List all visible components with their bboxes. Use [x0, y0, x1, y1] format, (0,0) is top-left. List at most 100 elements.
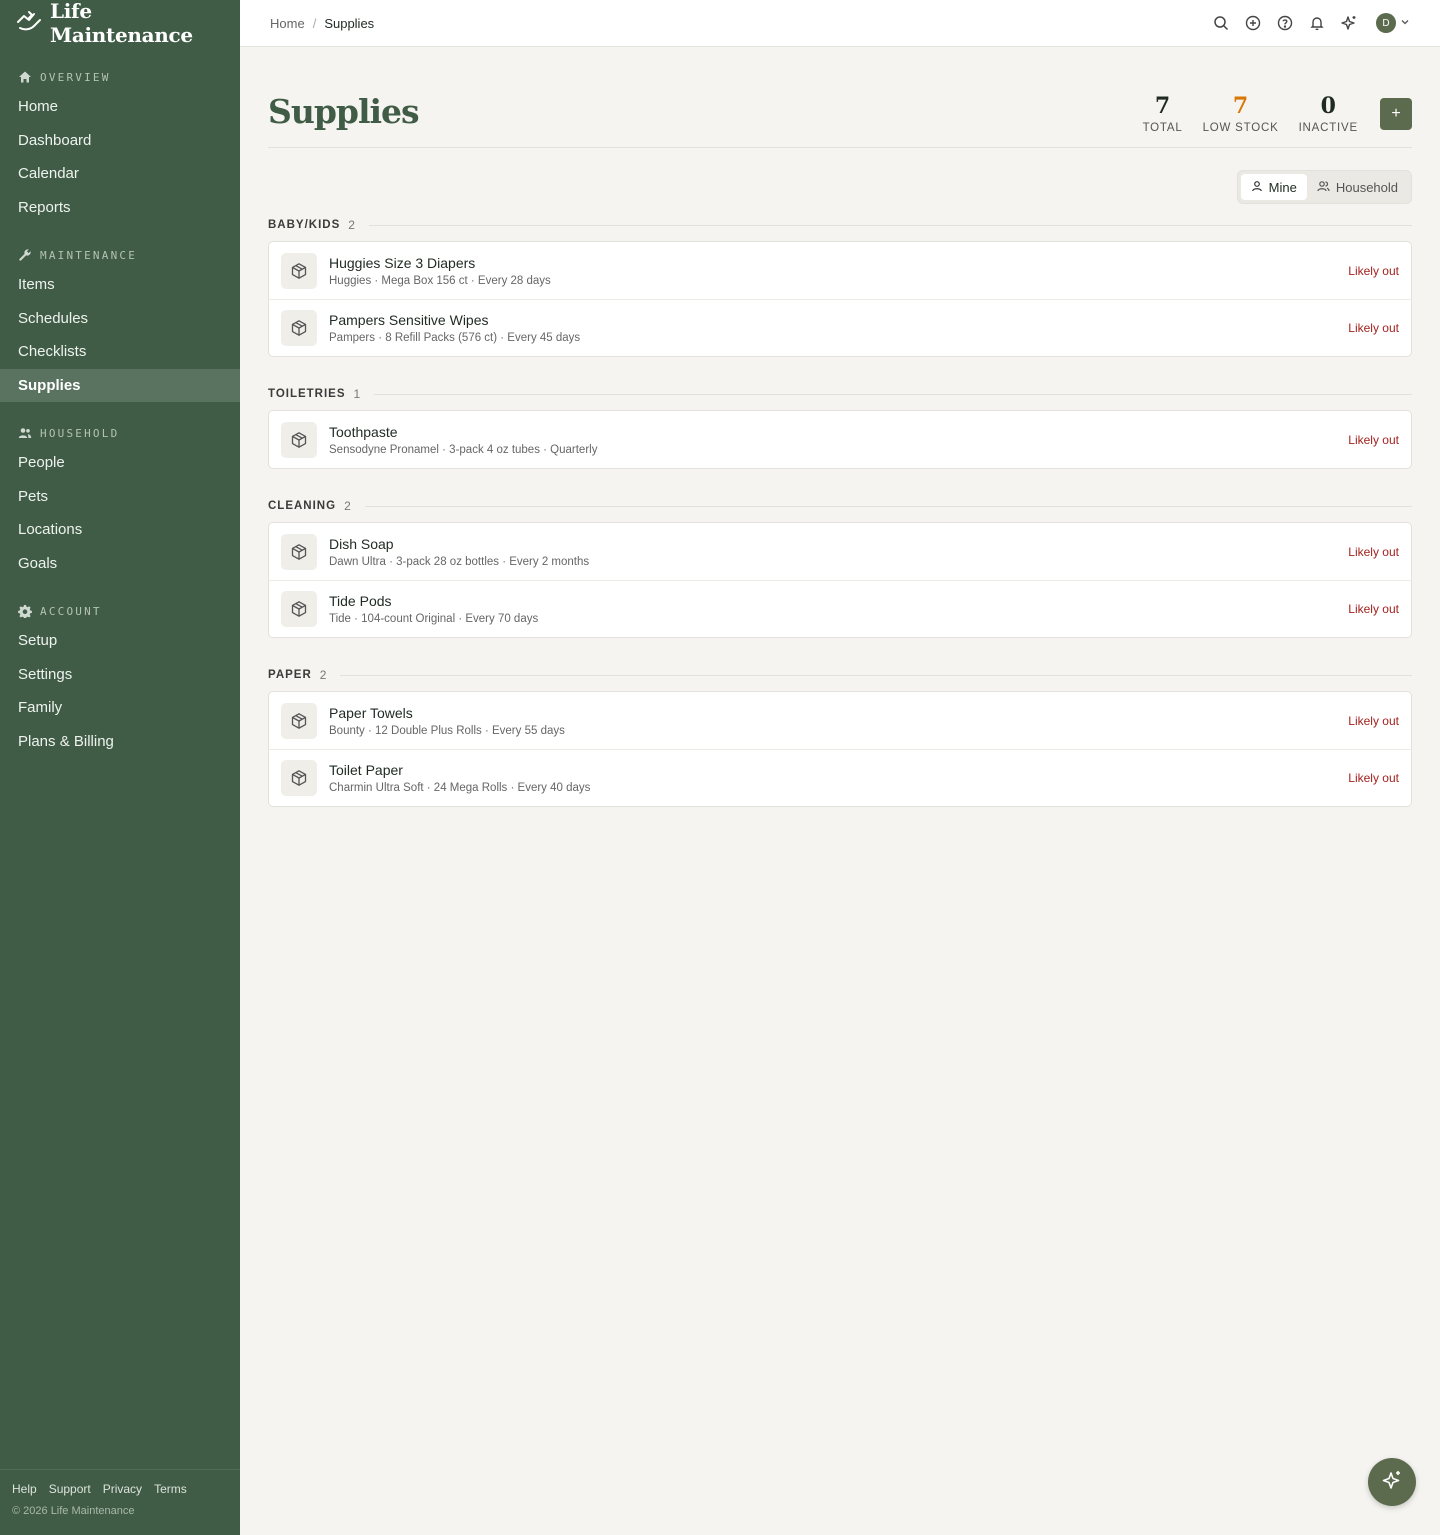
supply-name: Tide Pods — [329, 593, 392, 609]
copyright: © 2026 Life Maintenance — [12, 1505, 135, 1517]
stats: 7 TOTAL 7 LOW STOCK 0 INACTIVE + — [1143, 94, 1412, 134]
scope-toggle-row: Mine Household — [268, 170, 1412, 204]
nav-section-header: HOUSEHOLD — [0, 420, 240, 446]
group-header: PAPER 2 — [268, 664, 1412, 686]
toggle-household-label: Household — [1335, 179, 1398, 195]
nav-section-overview: OVERVIEW Home Dashboard Calendar Reports — [0, 64, 240, 224]
scope-toggle: Mine Household — [1236, 170, 1412, 204]
status-badge: Likely out — [1348, 432, 1399, 447]
user-menu[interactable]: D — [1376, 13, 1410, 33]
supply-row[interactable]: Toothpaste Sensodyne Pronamel · 3-pack 4… — [269, 411, 1411, 468]
supply-name: Dish Soap — [329, 535, 394, 552]
sidebar-footer: Help Support Privacy Terms © 2026 Life Main… — [0, 1469, 240, 1535]
topbar-actions: D — [1212, 13, 1410, 33]
chevron-down-icon — [1400, 14, 1410, 32]
sidebar-item-people[interactable]: People — [0, 446, 240, 480]
search-icon[interactable] — [1212, 14, 1230, 32]
sidebar-item-supplies[interactable]: Supplies — [0, 368, 240, 402]
toggle-household[interactable]: Household — [1307, 174, 1408, 200]
nav-section-household: HOUSEHOLD People Pets Locations Goals — [0, 420, 240, 580]
avatar: D — [1376, 13, 1396, 33]
package-icon — [281, 533, 317, 570]
breadcrumb: Home / Supplies — [270, 16, 374, 31]
sidebar: Life Maintenance OVERVIEW Home Dashboard Ca… — [0, 0, 240, 1535]
footer-link-terms[interactable]: Terms — [154, 1482, 187, 1496]
brand[interactable]: Life Maintenance — [0, 0, 240, 47]
plus-circle-icon[interactable] — [1244, 14, 1262, 32]
sidebar-item-setup[interactable]: Setup — [0, 624, 240, 658]
group-divider — [368, 224, 1412, 226]
sidebar-item-home[interactable]: Home — [0, 90, 240, 124]
footer-link-privacy[interactable]: Privacy — [103, 1482, 142, 1496]
sparkle-icon — [1381, 1469, 1403, 1496]
status-badge: Likely out — [1348, 713, 1399, 728]
group-divider — [374, 393, 1412, 395]
status-badge: Likely out — [1348, 771, 1399, 785]
sidebar-item-settings[interactable]: Settings — [0, 658, 240, 692]
sidebar-item-plans-and-billing[interactable]: Plans & Billing — [0, 725, 240, 759]
nav-section-header: ACCOUNT — [0, 598, 240, 624]
group-count: 2 — [344, 499, 351, 513]
toggle-mine-label: Mine — [1268, 179, 1297, 195]
supply-row[interactable]: Tide Pods Tide · 104-count Original · Ev… — [269, 580, 1411, 637]
nav-section-title: MAINTENANCE — [40, 248, 138, 262]
supply-name: Paper Towels — [329, 704, 413, 721]
sidebar-item-dashboard[interactable]: Dashboard — [0, 124, 240, 158]
sidebar-item-reports[interactable]: Reports — [0, 191, 240, 225]
bell-icon[interactable] — [1308, 14, 1326, 32]
supply-row[interactable]: Toilet Paper Charmin Ultra Soft · 24 Meg… — [269, 749, 1411, 806]
supply-list: Paper Towels Bounty · 12 Double Plus Rol… — [268, 691, 1412, 807]
app-title: Life Maintenance — [50, 0, 193, 47]
nav-section-header: MAINTENANCE — [0, 242, 240, 268]
sidebar-item-items[interactable]: Items — [0, 268, 240, 302]
breadcrumb-home[interactable]: Home — [270, 16, 305, 31]
breadcrumb-current: Supplies — [324, 15, 375, 31]
sidebar-item-pets[interactable]: Pets — [0, 480, 240, 514]
supply-info: Paper Towels Bounty · 12 Double Plus Rol… — [329, 705, 1348, 737]
group-header: TOILETRIES 1 — [268, 383, 1412, 405]
sidebar-item-calendar[interactable]: Calendar — [0, 157, 240, 191]
group-name: TOILETRIES — [268, 388, 346, 400]
supply-meta: Charmin Ultra Soft · 24 Mega Rolls · Eve… — [329, 782, 591, 794]
supply-meta: Dawn Ultra · 3-pack 28 oz bottles · Ever… — [329, 555, 590, 568]
footer-link-support[interactable]: Support — [49, 1482, 91, 1496]
sidebar-item-goals[interactable]: Goals — [0, 547, 240, 581]
supply-name: Toilet Paper — [329, 762, 403, 778]
topbar: Home / Supplies D — [240, 0, 1440, 47]
supply-meta: Bounty · 12 Double Plus Rolls · Every 55… — [329, 724, 565, 737]
footer-link-help[interactable]: Help — [12, 1482, 37, 1496]
stat-total: 7 TOTAL — [1143, 94, 1183, 134]
supply-group-baby-kids: BABY/KIDS 2 Huggies Size 3 Diapers Huggi… — [268, 214, 1412, 357]
sidebar-item-family[interactable]: Family — [0, 691, 240, 725]
stat-low-stock-value: 7 — [1232, 92, 1249, 119]
group-name: PAPER — [268, 669, 312, 681]
supply-list: Toothpaste Sensodyne Pronamel · 3-pack 4… — [268, 410, 1412, 469]
help-icon[interactable] — [1276, 14, 1294, 32]
sidebar-item-schedules[interactable]: Schedules — [0, 302, 240, 336]
supply-row[interactable]: Paper Towels Bounty · 12 Double Plus Rol… — [269, 692, 1411, 749]
sparkle-icon[interactable] — [1340, 14, 1358, 32]
assistant-fab[interactable] — [1368, 1458, 1416, 1506]
supply-meta: Tide · 104-count Original · Every 70 day… — [329, 613, 539, 625]
status-badge: Likely out — [1348, 263, 1399, 278]
sidebar-item-checklists[interactable]: Checklists — [0, 335, 240, 369]
supply-row[interactable]: Huggies Size 3 Diapers Huggies · Mega Bo… — [269, 242, 1411, 299]
stat-inactive: 0 INACTIVE — [1299, 94, 1358, 134]
package-icon — [281, 702, 317, 739]
package-icon — [281, 310, 317, 346]
supply-row[interactable]: Dish Soap Dawn Ultra · 3-pack 28 oz bott… — [269, 523, 1411, 580]
supply-row[interactable]: Pampers Sensitive Wipes Pampers · 8 Refi… — [269, 299, 1411, 356]
package-icon — [281, 421, 317, 458]
stat-inactive-label: INACTIVE — [1298, 121, 1358, 134]
stat-low-stock: 7 LOW STOCK — [1203, 94, 1279, 134]
sidebar-item-locations[interactable]: Locations — [0, 513, 240, 547]
nav-section-title: ACCOUNT — [40, 604, 102, 618]
supply-name: Toothpaste — [329, 423, 398, 440]
group-count: 2 — [348, 218, 355, 232]
add-supply-button[interactable]: + — [1380, 97, 1412, 130]
toggle-mine[interactable]: Mine — [1240, 174, 1307, 200]
home-icon — [18, 70, 32, 84]
stat-low-stock-label: LOW STOCK — [1202, 121, 1279, 134]
supply-meta: Huggies · Mega Box 156 ct · Every 28 day… — [329, 274, 551, 287]
breadcrumb-separator: / — [312, 15, 317, 31]
